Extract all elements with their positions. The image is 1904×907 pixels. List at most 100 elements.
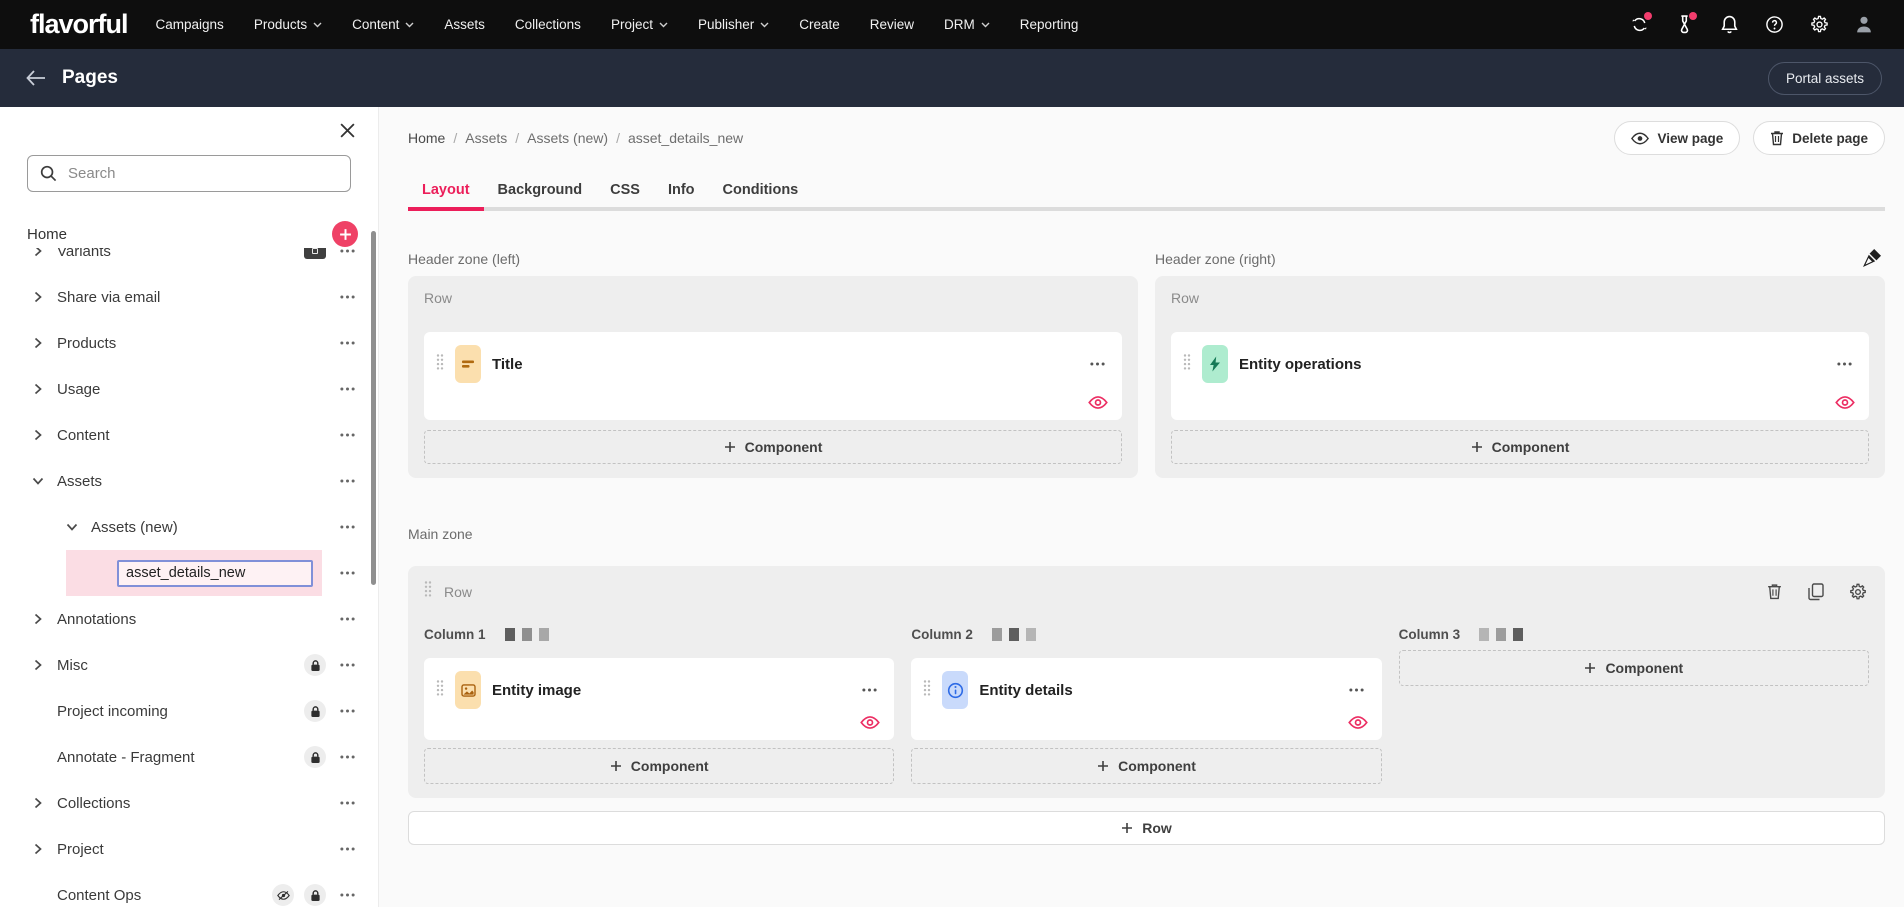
help-icon[interactable] [1764, 15, 1784, 35]
column-width-option[interactable] [1513, 628, 1523, 641]
tree-item-usage[interactable]: Usage [0, 366, 378, 412]
column-width-option[interactable] [1026, 628, 1036, 641]
search-input[interactable] [68, 165, 338, 182]
nav-content[interactable]: Content [352, 17, 414, 32]
tab-conditions[interactable]: Conditions [709, 173, 813, 207]
add-component-button[interactable]: Component [424, 748, 894, 784]
tree-item-project[interactable]: Project [0, 826, 378, 872]
tab-background[interactable]: Background [484, 173, 597, 207]
chevron-right-icon[interactable] [30, 841, 46, 857]
close-icon[interactable] [334, 117, 360, 143]
add-component-button[interactable]: Component [424, 430, 1122, 464]
drag-handle-icon[interactable] [436, 679, 444, 702]
more-menu-icon[interactable] [336, 248, 358, 262]
tree-item-assets-new[interactable]: Assets (new) [0, 504, 378, 550]
breadcrumb-home[interactable]: Home [408, 130, 445, 146]
delete-page-button[interactable]: Delete page [1753, 121, 1885, 155]
nav-reporting[interactable]: Reporting [1020, 17, 1079, 32]
rename-page-input[interactable] [117, 560, 313, 587]
tree-item-collections[interactable]: Collections [0, 780, 378, 826]
nav-drm[interactable]: DRM [944, 17, 990, 32]
tab-info[interactable]: Info [654, 173, 709, 207]
breadcrumb-assets[interactable]: Assets [465, 130, 507, 146]
more-menu-icon[interactable] [336, 700, 358, 722]
column-width-option[interactable] [992, 628, 1002, 641]
component-card-entity-image[interactable]: Entity image [424, 658, 894, 740]
clear-layout-broom-icon[interactable] [1859, 245, 1885, 271]
duplicate-row-copy-icon[interactable] [1805, 581, 1827, 603]
chevron-down-icon[interactable] [30, 473, 46, 489]
column-width-option[interactable] [1009, 628, 1019, 641]
nav-review[interactable]: Review [870, 17, 914, 32]
drag-handle-icon[interactable] [923, 679, 931, 702]
nav-collections[interactable]: Collections [515, 17, 581, 32]
tree-item-annotations[interactable]: Annotations [0, 596, 378, 642]
delete-row-trash-icon[interactable] [1763, 581, 1785, 603]
chevron-down-icon[interactable] [64, 519, 80, 535]
column-width-option[interactable] [522, 628, 532, 641]
notifications-bell-icon[interactable] [1719, 15, 1739, 35]
more-menu-icon[interactable] [858, 679, 880, 701]
component-card-entity-operations[interactable]: Entity operations [1171, 332, 1869, 420]
chevron-right-icon[interactable] [30, 248, 46, 259]
tree-item-annotate-fragment[interactable]: Annotate - Fragment [0, 734, 378, 780]
sync-icon[interactable] [1629, 15, 1649, 35]
tree-item-products[interactable]: Products [0, 320, 378, 366]
more-menu-icon[interactable] [336, 332, 358, 354]
drag-handle-icon[interactable] [436, 353, 444, 376]
tab-layout[interactable]: Layout [408, 173, 484, 207]
add-page-button[interactable] [332, 221, 358, 247]
view-page-button[interactable]: View page [1614, 121, 1740, 155]
lab-flask-icon[interactable] [1674, 15, 1694, 35]
visibility-eye-icon[interactable] [859, 711, 881, 733]
add-component-button[interactable]: Component [911, 748, 1381, 784]
back-arrow-icon[interactable] [22, 64, 50, 92]
nav-project[interactable]: Project [611, 17, 668, 32]
row-settings-gear-icon[interactable] [1847, 581, 1869, 603]
more-menu-icon[interactable] [1833, 353, 1855, 375]
column-width-option[interactable] [1496, 628, 1506, 641]
more-menu-icon[interactable] [336, 286, 358, 308]
tree-item-project-incoming[interactable]: Project incoming [0, 688, 378, 734]
more-menu-icon[interactable] [336, 516, 358, 538]
more-menu-icon[interactable] [336, 378, 358, 400]
more-menu-icon[interactable] [336, 562, 358, 584]
nav-create[interactable]: Create [799, 17, 840, 32]
tab-css[interactable]: CSS [596, 173, 654, 207]
portal-assets-button[interactable]: Portal assets [1768, 62, 1882, 95]
add-component-button[interactable]: Component [1399, 650, 1869, 686]
add-component-button[interactable]: Component [1171, 430, 1869, 464]
more-menu-icon[interactable] [336, 424, 358, 446]
nav-publisher[interactable]: Publisher [698, 17, 769, 32]
nav-assets[interactable]: Assets [444, 17, 485, 32]
chevron-right-icon[interactable] [30, 289, 46, 305]
drag-handle-icon[interactable] [424, 580, 432, 603]
more-menu-icon[interactable] [336, 654, 358, 676]
column-width-option[interactable] [539, 628, 549, 641]
column-width-option[interactable] [1479, 628, 1489, 641]
add-row-button[interactable]: Row [408, 811, 1885, 845]
chevron-right-icon[interactable] [30, 795, 46, 811]
visibility-eye-icon[interactable] [1087, 391, 1109, 413]
tree-item-variants[interactable]: Variants [0, 248, 378, 274]
more-menu-icon[interactable] [336, 838, 358, 860]
tree-item-content[interactable]: Content [0, 412, 378, 458]
tree-item-asset-details-new-selected[interactable] [0, 550, 378, 596]
more-menu-icon[interactable] [336, 792, 358, 814]
chevron-right-icon[interactable] [30, 381, 46, 397]
more-menu-icon[interactable] [1346, 679, 1368, 701]
tree-item-share-via-email[interactable]: Share via email [0, 274, 378, 320]
tree-item-assets[interactable]: Assets [0, 458, 378, 504]
more-menu-icon[interactable] [336, 746, 358, 768]
chevron-right-icon[interactable] [30, 611, 46, 627]
more-menu-icon[interactable] [336, 470, 358, 492]
tree-item-content-ops[interactable]: Content Ops [0, 872, 378, 907]
sidebar-scrollbar[interactable] [371, 231, 376, 585]
more-menu-icon[interactable] [1086, 353, 1108, 375]
component-card-entity-details[interactable]: Entity details [911, 658, 1381, 740]
visibility-eye-icon[interactable] [1347, 711, 1369, 733]
chevron-right-icon[interactable] [30, 657, 46, 673]
visibility-eye-icon[interactable] [1834, 391, 1856, 413]
account-avatar-icon[interactable] [1854, 15, 1874, 35]
column-width-option[interactable] [505, 628, 515, 641]
